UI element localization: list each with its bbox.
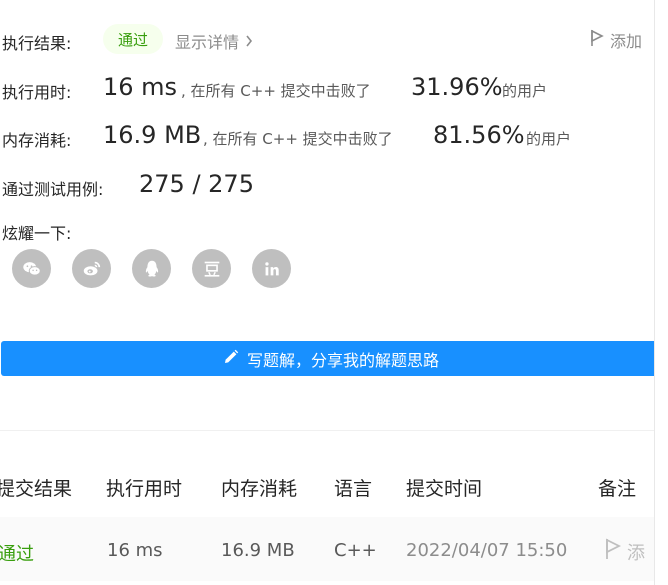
show-details-link[interactable]: 显示详情: [175, 29, 253, 53]
row-add-note-label: 添: [627, 542, 645, 564]
tests-label: 通过测试用例:: [2, 180, 104, 199]
header-language: 语言: [334, 478, 373, 500]
douban-icon: [204, 261, 219, 277]
write-solution-label: 写题解，分享我的解题思路: [246, 350, 439, 370]
wechat-icon: [22, 261, 41, 276]
flag-icon: [590, 29, 604, 51]
add-note-button[interactable]: 添加: [590, 28, 642, 52]
linkedin-share-button[interactable]: [252, 249, 291, 288]
row-submit-time: 2022/04/07 15:50: [406, 540, 568, 561]
runtime-beat-text: , 在所有 C++ 提交中击败了: [181, 82, 371, 100]
row-add-note-button[interactable]: 添: [605, 538, 645, 565]
row-runtime: 16 ms: [107, 540, 163, 561]
result-label: 执行结果:: [2, 34, 72, 53]
pencil-icon: [223, 349, 239, 369]
row-language: C++: [334, 540, 377, 561]
share-label: 炫耀一下:: [2, 224, 72, 243]
add-note-label: 添加: [610, 32, 643, 51]
header-runtime: 执行用时: [106, 478, 183, 500]
douban-share-button[interactable]: [192, 249, 231, 288]
header-memory: 内存消耗: [221, 478, 298, 500]
memory-label: 内存消耗:: [2, 131, 72, 150]
runtime-percent: 31.96%: [411, 73, 503, 101]
header-result: 提交结果: [0, 478, 73, 500]
linkedin-icon: [264, 261, 279, 275]
memory-beat-text: , 在所有 C++ 提交中击败了: [203, 130, 393, 148]
show-details-label: 显示详情: [175, 33, 240, 52]
chevron-right-icon: [245, 32, 253, 51]
status-badge: 通过: [103, 24, 163, 54]
runtime-users-text: 的用户: [502, 82, 548, 100]
header-submit-time: 提交时间: [406, 478, 483, 500]
write-solution-button[interactable]: 写题解，分享我的解题思路: [1, 341, 661, 376]
flag-icon: [605, 538, 622, 565]
memory-users-text: 的用户: [526, 130, 572, 148]
wechat-share-button[interactable]: [12, 249, 51, 288]
section-divider: [0, 430, 654, 431]
qq-share-button[interactable]: [132, 249, 171, 288]
runtime-value: 16 ms: [103, 73, 178, 101]
memory-value: 16.9 MB: [103, 121, 202, 149]
weibo-share-button[interactable]: [72, 249, 111, 288]
qq-icon: [145, 260, 158, 277]
row-memory: 16.9 MB: [221, 540, 295, 561]
header-note: 备注: [598, 478, 637, 500]
runtime-label: 执行用时:: [2, 83, 72, 102]
scrollbar[interactable]: [654, 0, 668, 585]
tests-value: 275 / 275: [139, 170, 254, 198]
memory-percent: 81.56%: [433, 121, 525, 149]
row-result-link[interactable]: 通过: [0, 540, 34, 566]
weibo-icon: [83, 261, 100, 275]
